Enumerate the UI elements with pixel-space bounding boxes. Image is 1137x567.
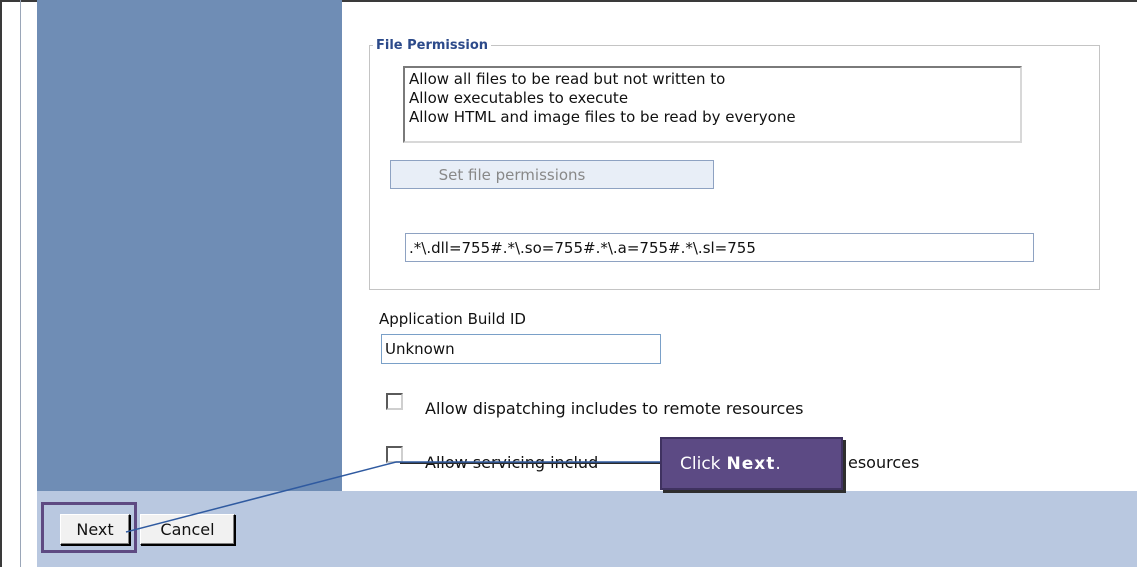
callout-prefix: Click — [680, 453, 721, 474]
allow-dispatching-label: Allow dispatching includes to remote res… — [425, 399, 804, 418]
file-permission-listbox[interactable]: Allow all files to be read but not writt… — [403, 66, 1022, 143]
list-item[interactable]: Allow executables to execute — [409, 89, 1016, 108]
instruction-callout: Click Next. — [660, 437, 843, 490]
list-item[interactable]: Allow HTML and image files to be read by… — [409, 108, 1016, 127]
annotation-strike-line — [400, 462, 660, 464]
left-divider — [20, 0, 21, 567]
application-build-id-field[interactable] — [381, 334, 661, 364]
allow-servicing-label-end: esources — [848, 453, 920, 472]
callout-bold-text: Next — [726, 453, 776, 474]
navigation-sidebar — [37, 0, 342, 491]
set-file-permissions-button[interactable]: Set file permissions — [390, 160, 714, 189]
cancel-button[interactable]: Cancel — [140, 514, 235, 545]
file-permission-legend: File Permission — [376, 38, 489, 53]
allow-servicing-checkbox[interactable] — [386, 446, 403, 463]
file-permissions-field[interactable] — [405, 233, 1034, 262]
list-item[interactable]: Allow all files to be read but not writt… — [409, 70, 1016, 89]
window-left-border — [0, 0, 2, 567]
next-button-highlight — [41, 502, 137, 553]
allow-dispatching-checkbox[interactable] — [386, 393, 403, 410]
application-build-id-label: Application Build ID — [379, 310, 526, 328]
callout-suffix: . — [775, 453, 781, 474]
